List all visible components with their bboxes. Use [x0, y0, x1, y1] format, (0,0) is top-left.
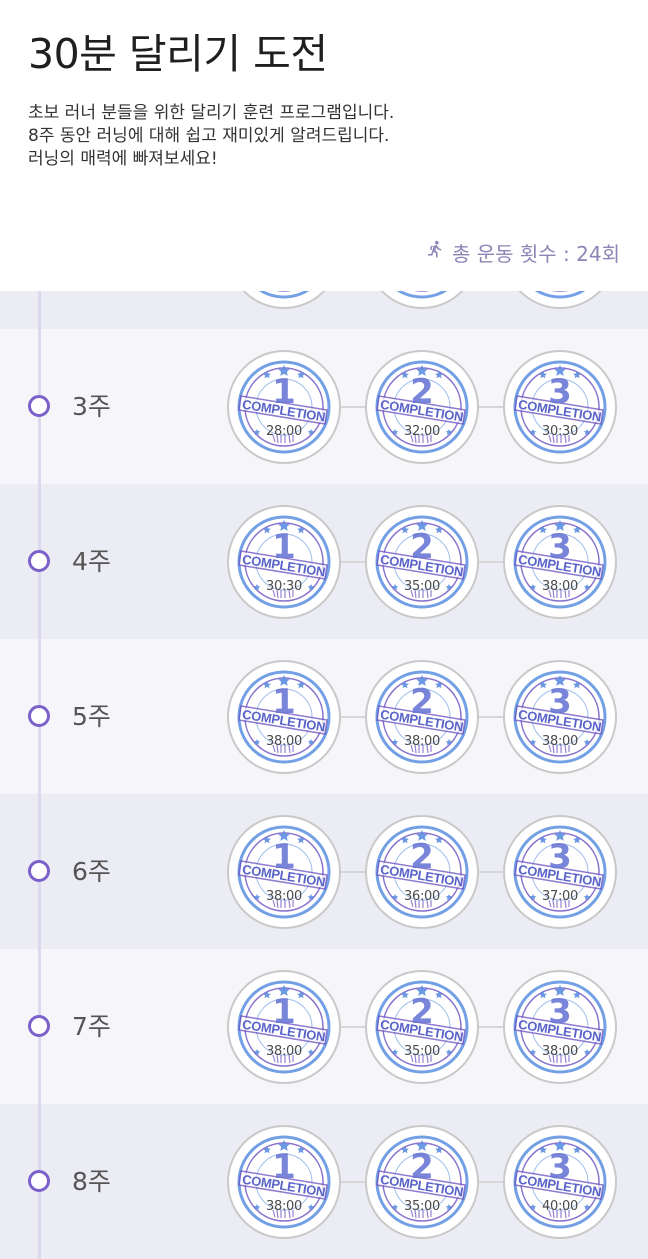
session-number: 2 — [410, 991, 434, 1032]
session-time: 30:30 — [542, 423, 578, 439]
completion-stamp-button[interactable]: COMPLETION 1 38:00 — [227, 659, 341, 774]
session-time: 38:00 — [404, 733, 440, 749]
session-number: 2 — [410, 371, 434, 412]
week-row: 3주 COMPLETION 1 28:00 COMPLETION 2 32:00… — [0, 329, 648, 484]
completion-stamp-button[interactable]: COMPLETION 3 30:30 — [503, 349, 617, 464]
description-line: 8주 동안 러닝에 대해 쉽고 재미있게 알려드립니다. — [28, 126, 390, 146]
week-label: 5주 — [72, 701, 111, 731]
week-label: 4주 — [72, 546, 111, 576]
session-time: 36:00 — [404, 888, 440, 904]
session-number: 3 — [548, 371, 572, 412]
completion-stamp-button[interactable]: COMPLETION 2 35:00 — [365, 504, 479, 619]
session-number: 3 — [548, 681, 572, 722]
session-number: 1 — [272, 681, 296, 722]
week-row: 8주 COMPLETION 1 38:00 COMPLETION 2 35:00… — [0, 1104, 648, 1259]
session-number: 2 — [410, 1146, 434, 1187]
timeline-dot — [28, 550, 50, 572]
session-number: 3 — [548, 1146, 572, 1187]
program-description: 초보 러너 분들을 위한 달리기 훈련 프로그램입니다. 8주 동안 러닝에 대… — [28, 102, 394, 171]
session-time: 38:00 — [266, 888, 302, 904]
session-number: 3 — [548, 526, 572, 567]
session-time: 32:00 — [404, 423, 440, 439]
running-person-icon — [424, 239, 446, 266]
timeline-dot — [28, 395, 50, 417]
completion-stamp-button[interactable]: COMPLETION 2 35:00 — [365, 969, 479, 1084]
timeline-dot — [28, 705, 50, 727]
session-time: 38:00 — [542, 578, 578, 594]
page-title: 30분 달리기 도전 — [28, 30, 328, 78]
completion-stamp-button[interactable]: COMPLETION 3 — [503, 291, 617, 309]
total-workouts: 총 운동 횟수 : 24회 — [424, 238, 620, 267]
session-number: 1 — [272, 836, 296, 877]
timeline-dot — [28, 1015, 50, 1037]
description-line: 러닝의 매력에 빠져보세요! — [28, 149, 218, 169]
timeline-line — [38, 291, 41, 1259]
completion-stamp-button[interactable]: COMPLETION 2 38:00 — [365, 659, 479, 774]
week-row: 7주 COMPLETION 1 38:00 COMPLETION 2 35:00… — [0, 949, 648, 1104]
session-number: 3 — [548, 991, 572, 1032]
completion-stamp-button[interactable]: COMPLETION 2 36:00 — [365, 814, 479, 929]
completion-stamp-button[interactable]: COMPLETION 1 — [227, 291, 341, 309]
session-number: 1 — [272, 1146, 296, 1187]
session-time: 37:00 — [542, 888, 578, 904]
session-number: 2 — [410, 681, 434, 722]
timeline-dot — [28, 860, 50, 882]
week-label: 7주 — [72, 1011, 111, 1041]
week-row: 6주 COMPLETION 1 38:00 COMPLETION 2 36:00… — [0, 794, 648, 949]
session-time: 35:00 — [404, 1198, 440, 1214]
week-row: 4주 COMPLETION 1 30:30 COMPLETION 2 35:00… — [0, 484, 648, 639]
session-number: 2 — [410, 836, 434, 877]
session-time: 35:00 — [404, 1043, 440, 1059]
completion-stamp-button[interactable]: COMPLETION 1 30:30 — [227, 504, 341, 619]
completion-stamp-button[interactable]: COMPLETION 2 — [365, 291, 479, 309]
completion-stamp-button[interactable]: COMPLETION 3 37:00 — [503, 814, 617, 929]
session-number: 1 — [272, 371, 296, 412]
completion-stamp-button[interactable]: COMPLETION 1 28:00 — [227, 349, 341, 464]
completion-stamp-button[interactable]: COMPLETION 3 38:00 — [503, 969, 617, 1084]
session-time: 38:00 — [266, 1198, 302, 1214]
week-label: 6주 — [72, 856, 111, 886]
program-header: 30분 달리기 도전 초보 러너 분들을 위한 달리기 훈련 프로그램입니다. … — [0, 0, 648, 291]
completion-stamp-button[interactable]: COMPLETION 3 38:00 — [503, 659, 617, 774]
week-row: 2주 COMPLETION 1 — [0, 291, 648, 329]
session-number: 3 — [548, 836, 572, 877]
session-time: 40:00 — [542, 1198, 578, 1214]
session-number: 1 — [272, 526, 296, 567]
session-time: 38:00 — [542, 1043, 578, 1059]
completion-stamp-button[interactable]: COMPLETION 2 35:00 — [365, 1124, 479, 1239]
completion-stamp-button[interactable]: COMPLETION 2 32:00 — [365, 349, 479, 464]
session-time: 38:00 — [542, 733, 578, 749]
session-number: 1 — [272, 991, 296, 1032]
timeline-dot — [28, 1170, 50, 1192]
completion-stamp-button[interactable]: COMPLETION 1 38:00 — [227, 969, 341, 1084]
session-time: 30:30 — [266, 578, 302, 594]
week-row: 5주 COMPLETION 1 38:00 COMPLETION 2 38:00… — [0, 639, 648, 794]
session-time: 38:00 — [266, 1043, 302, 1059]
session-time: 35:00 — [404, 578, 440, 594]
weekly-stamp-list[interactable]: 2주 COMPLETION 1 — [0, 291, 648, 1259]
completion-stamp-button[interactable]: COMPLETION 3 40:00 — [503, 1124, 617, 1239]
description-line: 초보 러너 분들을 위한 달리기 훈련 프로그램입니다. — [28, 103, 395, 123]
week-label: 3주 — [72, 391, 111, 421]
completion-stamp-button[interactable]: COMPLETION 3 38:00 — [503, 504, 617, 619]
completion-stamp-button[interactable]: COMPLETION 1 38:00 — [227, 814, 341, 929]
completion-stamp-button[interactable]: COMPLETION 1 38:00 — [227, 1124, 341, 1239]
week-label: 8주 — [72, 1166, 111, 1196]
session-number: 2 — [410, 526, 434, 567]
total-workouts-label: 총 운동 횟수 : 24회 — [451, 242, 620, 266]
session-time: 28:00 — [266, 423, 302, 439]
session-time: 38:00 — [266, 733, 302, 749]
